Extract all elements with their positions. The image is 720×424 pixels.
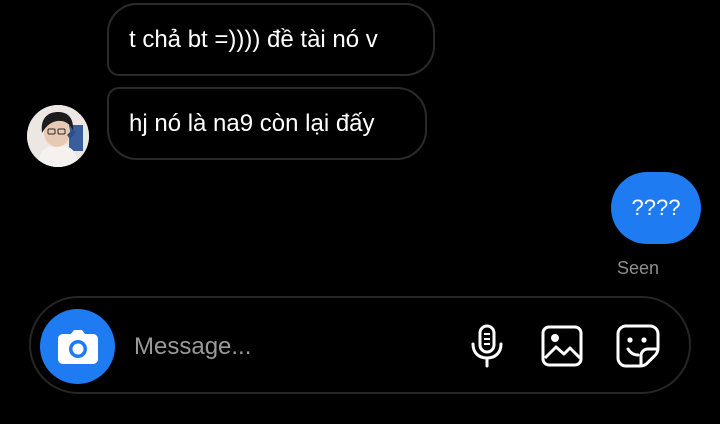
camera-icon [57, 329, 98, 364]
received-message-bubble[interactable]: hj nó là na9 còn lại đấy [107, 87, 427, 160]
message-input[interactable] [134, 326, 434, 368]
sent-message-bubble[interactable]: ???? [611, 172, 701, 244]
message-text: ???? [631, 195, 681, 220]
image-icon [541, 325, 583, 367]
sticker-icon [616, 324, 660, 368]
sender-avatar[interactable] [27, 105, 89, 167]
sticker-button[interactable] [616, 322, 660, 370]
chat-screen: t chả bt =)))) đề tài nó v hj nó là na9 … [0, 0, 720, 424]
microphone-icon [471, 324, 503, 368]
message-text: t chả bt =)))) đề tài nó v [129, 25, 378, 53]
gallery-button[interactable] [540, 322, 584, 370]
message-text: hj nó là na9 còn lại đấy [129, 109, 375, 137]
seen-status: Seen [617, 258, 660, 278]
voice-message-button[interactable] [465, 322, 509, 370]
camera-button[interactable] [40, 309, 115, 384]
avatar-photo [27, 105, 89, 167]
received-message-bubble[interactable]: t chả bt =)))) đề tài nó v [107, 3, 435, 76]
